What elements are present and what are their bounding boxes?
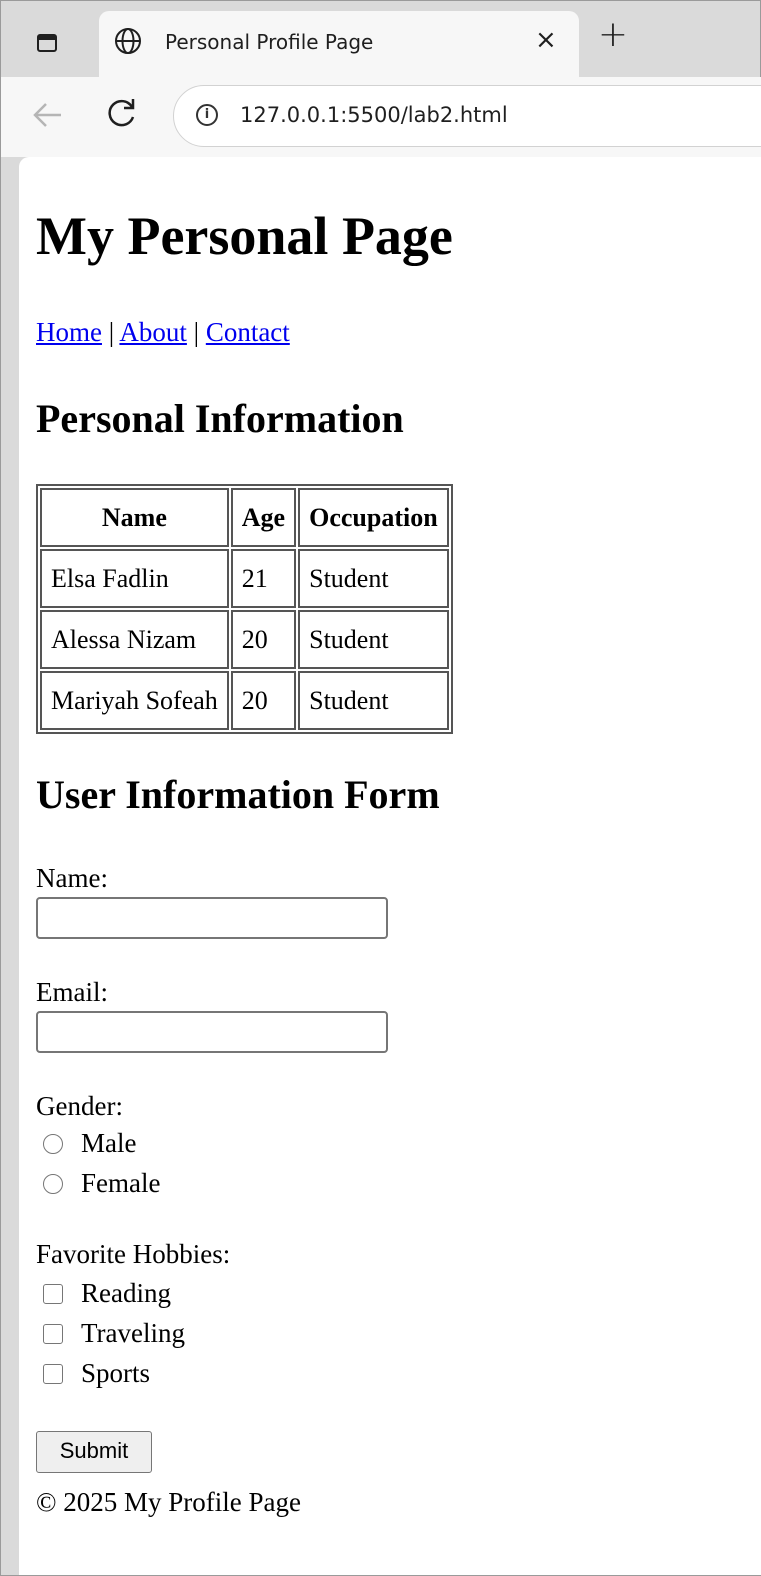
url-text: 127.0.0.1:5500/lab2.html [240,103,508,127]
gender-label: Gender: [36,1091,123,1121]
navigation-bar: i 127.0.0.1:5500/lab2.html [1,77,761,157]
cell-age: 20 [230,671,297,730]
tab-personal-profile[interactable]: Personal Profile Page × [99,11,579,77]
submit-button[interactable]: Submit [36,1431,152,1473]
about-link[interactable]: About [119,317,187,347]
home-link[interactable]: Home [36,317,102,347]
table-header-row: Name Age Occupation [40,488,449,547]
back-arrow-icon[interactable] [27,95,67,135]
header-occupation: Occupation [298,488,449,547]
tab-actions-icon [37,34,57,52]
sports-checkbox[interactable] [43,1363,63,1384]
traveling-label: Traveling [81,1318,186,1348]
hobby-option-traveling[interactable]: Traveling [43,1318,185,1349]
cell-age: 20 [230,610,297,669]
site-info-icon[interactable]: i [196,104,218,126]
cell-name: Mariyah Sofeah [40,671,229,730]
header-age: Age [230,488,297,547]
contact-link[interactable]: Contact [206,317,290,347]
page-title: My Personal Page [36,206,453,266]
nav-separator: | [108,317,115,347]
reload-icon[interactable] [101,93,141,133]
close-tab-icon[interactable]: × [535,25,557,55]
new-tab-button[interactable]: + [591,15,635,59]
tab-actions-button[interactable] [25,23,69,63]
male-label: Male [81,1128,137,1158]
name-input[interactable] [36,897,388,939]
hobby-option-reading[interactable]: Reading [43,1278,171,1309]
reading-checkbox[interactable] [43,1283,63,1304]
cell-occupation: Student [298,549,449,608]
cell-name: Elsa Fadlin [40,549,229,608]
female-label: Female [81,1168,161,1198]
male-radio[interactable] [43,1133,63,1154]
table-row: Mariyah Sofeah 20 Student [40,671,449,730]
header-name: Name [40,488,229,547]
tab-title: Personal Profile Page [165,30,374,54]
cell-name: Alessa Nizam [40,610,229,669]
gender-option-male[interactable]: Male [43,1128,136,1159]
cell-age: 21 [230,549,297,608]
form-heading: User Information Form [36,772,440,817]
personal-info-table: Name Age Occupation Elsa Fadlin 21 Stude… [36,484,453,734]
tab-strip: Personal Profile Page × + [1,1,761,77]
cell-occupation: Student [298,671,449,730]
address-bar[interactable]: i 127.0.0.1:5500/lab2.html [173,85,761,147]
nav-links: Home | About | Contact [36,317,290,348]
email-label: Email: [36,977,108,1007]
personal-info-heading: Personal Information [36,396,404,441]
table-row: Elsa Fadlin 21 Student [40,549,449,608]
footer-text: © 2025 My Profile Page [36,1487,301,1517]
email-input[interactable] [36,1011,388,1053]
table-row: Alessa Nizam 20 Student [40,610,449,669]
hobby-option-sports[interactable]: Sports [43,1358,150,1389]
traveling-checkbox[interactable] [43,1323,63,1344]
cell-occupation: Student [298,610,449,669]
name-label: Name: [36,863,108,893]
sports-label: Sports [81,1358,151,1388]
female-radio[interactable] [43,1173,63,1194]
globe-icon [115,28,141,54]
browser-window: Personal Profile Page × + i 127.0.0.1:55… [0,0,761,1576]
reading-label: Reading [81,1278,171,1308]
page-viewport: My Personal Page Home | About | Contact … [19,157,761,1575]
gender-option-female[interactable]: Female [43,1168,160,1199]
nav-separator: | [193,317,200,347]
hobbies-label: Favorite Hobbies: [36,1239,231,1269]
